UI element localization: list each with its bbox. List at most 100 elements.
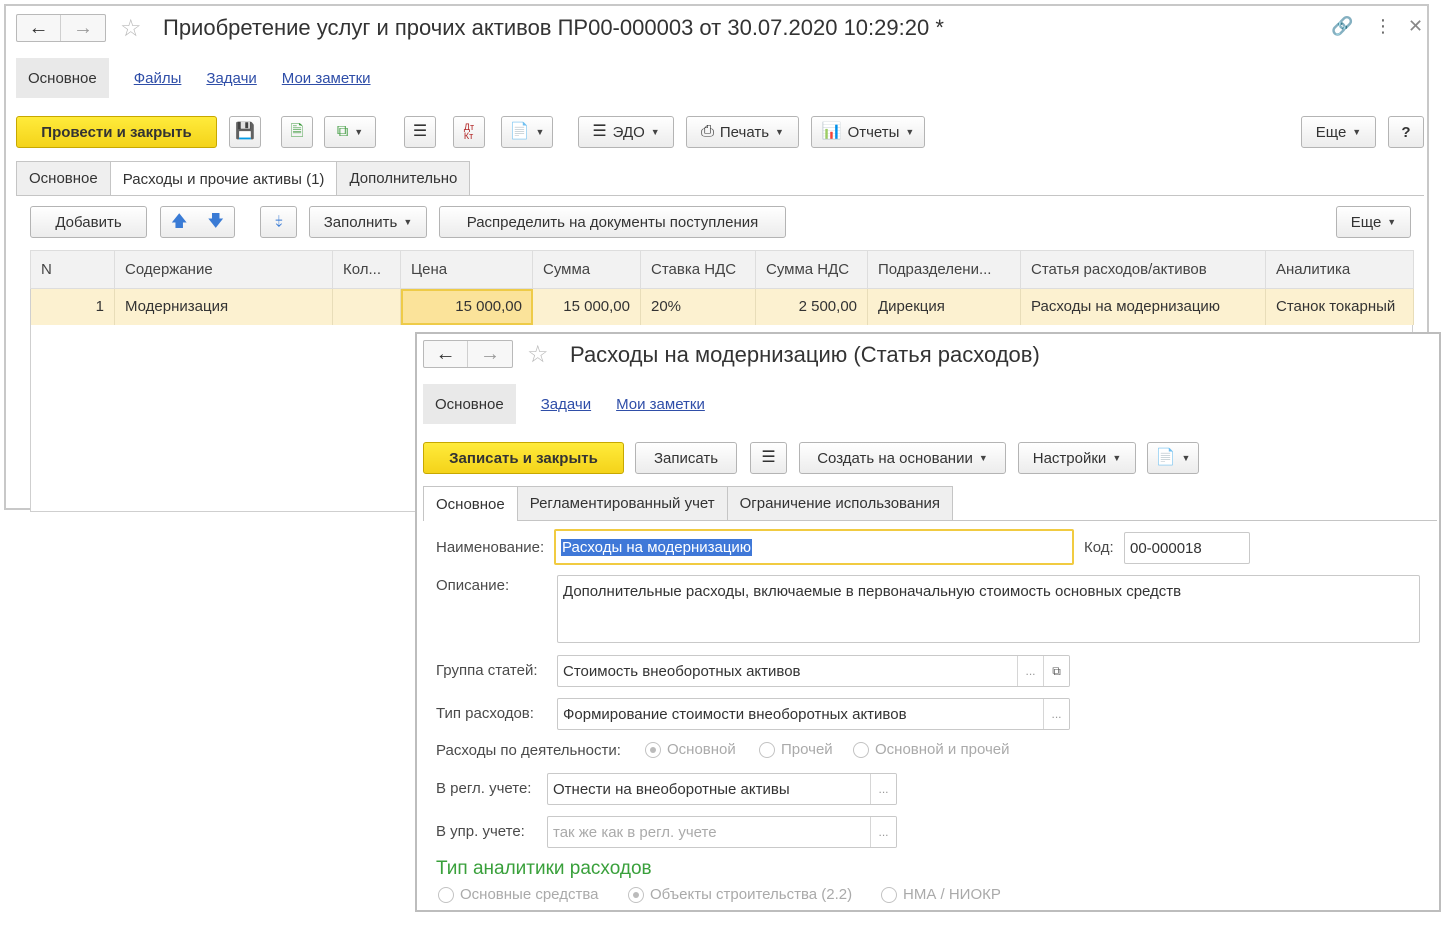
select-ellipsis-icon[interactable]: ... xyxy=(870,817,896,847)
nav-notes[interactable]: Мои заметки xyxy=(616,396,705,413)
cell-qty[interactable] xyxy=(332,288,401,325)
table-header: N Содержание Кол... Цена Сумма Ставка НД… xyxy=(30,250,1414,289)
col-expense-item[interactable]: Статья расходов/активов xyxy=(1020,250,1266,289)
share-icon[interactable]: ⤈ xyxy=(260,206,297,238)
upr-field[interactable]: так же как в регл. учете ... xyxy=(547,816,897,848)
save-and-close-button[interactable]: Записать и закрыть xyxy=(423,442,624,474)
dt-kt-icon[interactable]: Дт Кт xyxy=(453,116,485,148)
tab-restrictions[interactable]: Ограничение использования xyxy=(726,486,953,520)
open-icon[interactable]: ⧉ xyxy=(1043,656,1069,686)
cell-vat-sum[interactable]: 2 500,00 xyxy=(755,288,868,325)
type-field[interactable]: Формирование стоимости внеоборотных акти… xyxy=(557,698,1070,730)
back-arrow-icon[interactable]: ← xyxy=(17,15,61,41)
cell-expense-item[interactable]: Расходы на модернизацию xyxy=(1020,288,1266,325)
table-more-button[interactable]: Еще ▼ xyxy=(1336,206,1411,238)
cell-vat-rate[interactable]: 20% xyxy=(640,288,756,325)
tab-additional[interactable]: Дополнительно xyxy=(336,161,471,195)
create-based-button[interactable]: Создать на основании ▼ xyxy=(799,442,1006,474)
tab-expenses[interactable]: Расходы и прочие активы (1) xyxy=(109,161,338,196)
print-button[interactable]: ⎙ Печать ▼ xyxy=(686,116,799,148)
link-icon[interactable]: 🔗 xyxy=(1331,16,1353,37)
cell-sum[interactable]: 15 000,00 xyxy=(532,288,641,325)
cell-n[interactable]: 1 xyxy=(30,288,115,325)
forward-arrow-icon[interactable]: → xyxy=(468,341,512,367)
col-content[interactable]: Содержание xyxy=(114,250,333,289)
move-buttons: 🡅 🡇 xyxy=(160,206,235,238)
radio-activity-both[interactable]: Основной и прочей xyxy=(853,741,1010,758)
edo-icon: ☰ xyxy=(592,123,607,140)
table-row[interactable]: 1 Модернизация 15 000,00 15 000,00 20% 2… xyxy=(30,288,1414,325)
radio-activity-other[interactable]: Прочей xyxy=(759,741,833,758)
nav-notes[interactable]: Мои заметки xyxy=(282,70,371,87)
more-vertical-icon[interactable]: ⋮ xyxy=(1374,16,1392,37)
select-ellipsis-icon[interactable]: ... xyxy=(1043,699,1069,729)
nav-main[interactable]: Основное xyxy=(423,384,516,424)
save-icon[interactable]: 💾 xyxy=(229,116,261,148)
nav-main[interactable]: Основное xyxy=(16,58,109,98)
select-ellipsis-icon[interactable]: ... xyxy=(870,774,896,804)
save-button[interactable]: Записать xyxy=(635,442,737,474)
group-field[interactable]: Стоимость внеоборотных активов ... ⧉ xyxy=(557,655,1070,687)
nav-tasks[interactable]: Задачи xyxy=(206,70,256,87)
distribute-button[interactable]: Распределить на документы поступления xyxy=(439,206,786,238)
code-field[interactable]: 00-000018 xyxy=(1124,532,1250,564)
history-nav-2: ← → xyxy=(423,340,513,368)
col-price[interactable]: Цена xyxy=(400,250,533,289)
radio-analytics-nma[interactable]: НМА / НИОКР xyxy=(881,886,1001,903)
edo-button[interactable]: ☰ ЭДО ▼ xyxy=(578,116,674,148)
activity-label: Расходы по деятельности: xyxy=(436,742,621,759)
window-title: Приобретение услуг и прочих активов ПР00… xyxy=(163,15,944,40)
forward-arrow-icon[interactable]: → xyxy=(61,15,105,41)
list-icon[interactable]: ☰ xyxy=(750,442,787,474)
col-vat-sum[interactable]: Сумма НДС xyxy=(755,250,868,289)
col-department[interactable]: Подразделени... xyxy=(867,250,1021,289)
item-window-title: Расходы на модернизацию (Статья расходов… xyxy=(570,342,1040,367)
nav-tasks[interactable]: Задачи xyxy=(541,396,591,413)
col-n[interactable]: N xyxy=(30,250,115,289)
create-based-icon[interactable]: ⧉ ▼ xyxy=(324,116,376,148)
printer-icon: ⎙ xyxy=(701,123,714,140)
attach-icon[interactable]: 📄 ▼ xyxy=(1147,442,1199,474)
cell-analytics[interactable]: Станок токарный xyxy=(1265,288,1414,325)
add-button[interactable]: Добавить xyxy=(30,206,147,238)
name-field[interactable]: Расходы на модернизацию xyxy=(554,529,1074,565)
col-vat-rate[interactable]: Ставка НДС xyxy=(640,250,756,289)
regl-field[interactable]: Отнести на внеоборотные активы ... xyxy=(547,773,897,805)
col-sum[interactable]: Сумма xyxy=(532,250,641,289)
attach-icon[interactable]: 📄 ▼ xyxy=(501,116,553,148)
post-and-close-button[interactable]: Провести и закрыть xyxy=(16,116,217,148)
section-nav: Основное Файлы Задачи Мои заметки xyxy=(16,58,371,98)
settings-button[interactable]: Настройки ▼ xyxy=(1018,442,1136,474)
select-ellipsis-icon[interactable]: ... xyxy=(1017,656,1043,686)
cell-price[interactable]: 15 000,00 xyxy=(400,288,533,325)
cell-content[interactable]: Модернизация xyxy=(114,288,333,325)
reports-button[interactable]: 📊 Отчеты ▼ xyxy=(811,116,925,148)
description-field[interactable]: Дополнительные расходы, включаемые в пер… xyxy=(557,575,1420,643)
tab-main[interactable]: Основное xyxy=(16,161,111,195)
help-button[interactable]: ? xyxy=(1388,116,1424,148)
tab-main[interactable]: Основное xyxy=(423,486,518,521)
tab-regulated[interactable]: Регламентированный учет xyxy=(516,486,728,520)
tabs-divider xyxy=(16,195,1424,196)
post-document-icon[interactable]: 🗎 xyxy=(281,116,313,148)
type-label: Тип расходов: xyxy=(436,705,534,722)
analytics-group-title: Тип аналитики расходов xyxy=(436,858,652,879)
radio-unchecked-icon xyxy=(438,886,454,903)
arrow-up-icon[interactable]: 🡅 xyxy=(171,214,187,230)
radio-activity-main[interactable]: Основной xyxy=(645,741,736,758)
favorite-star-icon[interactable]: ☆ xyxy=(527,340,549,369)
back-arrow-icon[interactable]: ← xyxy=(424,341,468,367)
radio-analytics-construction[interactable]: Объекты строительства (2.2) xyxy=(628,886,852,903)
close-icon[interactable]: ✕ xyxy=(1408,16,1423,37)
cell-department[interactable]: Дирекция xyxy=(867,288,1021,325)
radio-analytics-fixed-assets[interactable]: Основные средства xyxy=(438,886,598,903)
arrow-down-icon[interactable]: 🡇 xyxy=(208,214,224,230)
fill-button[interactable]: Заполнить ▼ xyxy=(309,206,427,238)
report-icon: 📊 xyxy=(821,123,842,140)
nav-files[interactable]: Файлы xyxy=(134,70,182,87)
more-button[interactable]: Еще ▼ xyxy=(1301,116,1376,148)
col-qty[interactable]: Кол... xyxy=(332,250,401,289)
list-icon[interactable]: ☰ xyxy=(404,116,436,148)
favorite-star-icon[interactable]: ☆ xyxy=(120,14,142,43)
col-analytics[interactable]: Аналитика xyxy=(1265,250,1414,289)
